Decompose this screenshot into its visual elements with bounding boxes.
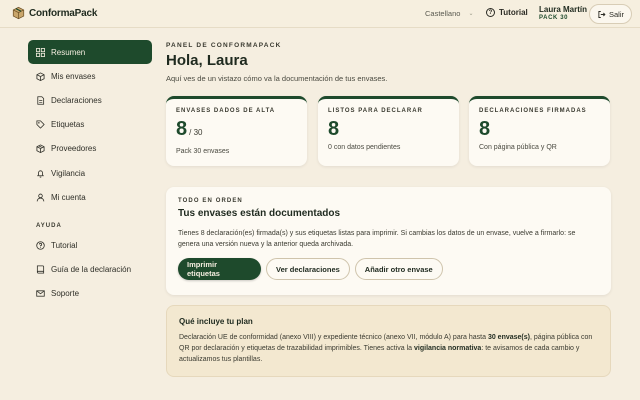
sidebar-item-tutorial[interactable]: Tutorial xyxy=(28,233,152,257)
help-section-label: AYUDA xyxy=(36,223,62,230)
status-actions: Imprimir etiquetas Ver declaraciones Aña… xyxy=(178,258,599,280)
status-kicker: TODO EN ORDEN xyxy=(178,198,243,204)
tag-icon xyxy=(36,120,45,129)
sidebar-item-resumen[interactable]: Resumen xyxy=(28,40,152,65)
plan-body: Declaración UE de conformidad (anexo VII… xyxy=(179,332,603,365)
logout-label: Salir xyxy=(608,9,624,19)
status-body: Tienes 8 declaración(es) firmada(s) y su… xyxy=(178,230,576,248)
sidebar-item-label: Mis envases xyxy=(51,71,96,81)
status-card: TODO EN ORDEN Tus envases están document… xyxy=(166,187,611,295)
logout-button[interactable]: Salir xyxy=(589,4,632,24)
page-title: Hola, Laura xyxy=(166,52,248,69)
logout-icon xyxy=(598,10,606,18)
user-name: Laura Martín xyxy=(539,5,588,14)
chevron-down-icon: ⌄ xyxy=(468,11,474,17)
document-icon xyxy=(36,96,45,105)
sidebar-item-guia[interactable]: Guía de la declaración xyxy=(28,258,152,282)
stat-number: 8 xyxy=(176,118,188,140)
sidebar-item-mis-envases[interactable]: Mis envases xyxy=(28,64,152,88)
language-value: Castellano xyxy=(425,9,461,18)
brand-logo[interactable]: ConformaPack xyxy=(11,6,97,20)
view-declarations-button[interactable]: Ver declaraciones xyxy=(266,258,350,280)
question-icon xyxy=(36,241,45,250)
user-pack: PACK 30 xyxy=(539,15,569,21)
stat-value: 8/ 30 xyxy=(176,118,297,144)
sidebar-item-label: Mi cuenta xyxy=(51,192,86,202)
stat-label: DECLARACIONES FIRMADAS xyxy=(479,108,587,114)
stat-note: Pack 30 envases xyxy=(176,148,230,155)
tutorial-link[interactable]: ? Tutorial xyxy=(486,8,528,17)
mail-icon xyxy=(36,289,45,298)
add-package-button[interactable]: Añadir otro envase xyxy=(354,258,443,280)
sidebar-item-mi-cuenta[interactable]: Mi cuenta xyxy=(28,185,152,209)
stat-note: 0 con datos pendientes xyxy=(328,144,401,151)
top-bar: ConformaPack Castellano ⌄ ? Tutorial Lau… xyxy=(0,0,640,28)
stat-value: 8 xyxy=(328,118,449,140)
grid-icon xyxy=(36,47,45,57)
stat-number: 8 xyxy=(328,118,340,140)
stat-value: 8 xyxy=(479,118,600,140)
sidebar-item-label: Resumen xyxy=(51,47,86,57)
print-labels-button[interactable]: Imprimir etiquetas xyxy=(178,258,261,280)
sidebar-item-label: Guía de la declaración xyxy=(51,265,132,275)
stat-label: ENVASES DADOS DE ALTA xyxy=(176,108,276,114)
sidebar-item-declaraciones[interactable]: Declaraciones xyxy=(28,88,152,112)
book-icon xyxy=(36,265,45,274)
sidebar-item-label: Vigilancia xyxy=(51,168,86,178)
plan-title: Qué incluye tu plan xyxy=(179,317,253,326)
plan-highlight: 30 envase(s) xyxy=(487,334,530,341)
package-icon xyxy=(36,144,45,154)
bell-icon xyxy=(36,169,45,178)
stat-note: Con página pública y QR xyxy=(479,144,557,151)
sidebar-item-vigilancia[interactable]: Vigilancia xyxy=(28,161,152,185)
sidebar-item-label: Etiquetas xyxy=(51,120,85,130)
panel-label: PANEL DE CONFORMAPACK xyxy=(166,42,282,49)
question-icon: ? xyxy=(486,8,495,17)
stat-card-firmadas: DECLARACIONES FIRMADAS 8 Con página públ… xyxy=(469,96,610,166)
sidebar-item-proveedores[interactable]: Proveedores xyxy=(28,137,152,161)
user-icon xyxy=(36,193,45,202)
stat-label: LISTOS PARA DECLARAR xyxy=(328,108,423,114)
stat-card-listos: LISTOS PARA DECLARAR 8 0 con datos pendi… xyxy=(318,96,459,166)
stat-suffix: / 30 xyxy=(189,128,203,137)
stat-number: 8 xyxy=(479,118,491,140)
box-logo-icon xyxy=(12,6,25,20)
sidebar-item-label: Soporte xyxy=(51,289,80,299)
plan-highlight: vigilancia normativa xyxy=(414,345,482,352)
sidebar: Resumen Mis envases Declaraciones Etique… xyxy=(28,40,152,306)
status-title: Tus envases están documentados xyxy=(178,208,341,219)
sidebar-item-label: Tutorial xyxy=(51,240,78,250)
sidebar-item-label: Declaraciones xyxy=(51,95,102,105)
user-info: Laura Martín PACK 30 xyxy=(539,5,587,21)
brand-name: ConformaPack xyxy=(29,7,98,19)
stat-card-envases: ENVASES DADOS DE ALTA 8/ 30 Pack 30 enva… xyxy=(166,96,307,166)
tutorial-label: Tutorial xyxy=(499,8,528,17)
box-icon xyxy=(36,72,45,81)
plan-text: Declaración UE de conformidad (anexo VII… xyxy=(179,334,488,341)
plan-card: Qué incluye tu plan Declaración UE de co… xyxy=(166,305,611,377)
sidebar-item-etiquetas[interactable]: Etiquetas xyxy=(28,113,152,137)
page-subtitle: Aquí ves de un vistazo cómo va la docume… xyxy=(166,74,388,83)
sidebar-item-label: Proveedores xyxy=(51,144,97,154)
language-select[interactable]: Castellano ⌄ xyxy=(425,9,473,18)
sidebar-item-soporte[interactable]: Soporte xyxy=(28,282,152,306)
